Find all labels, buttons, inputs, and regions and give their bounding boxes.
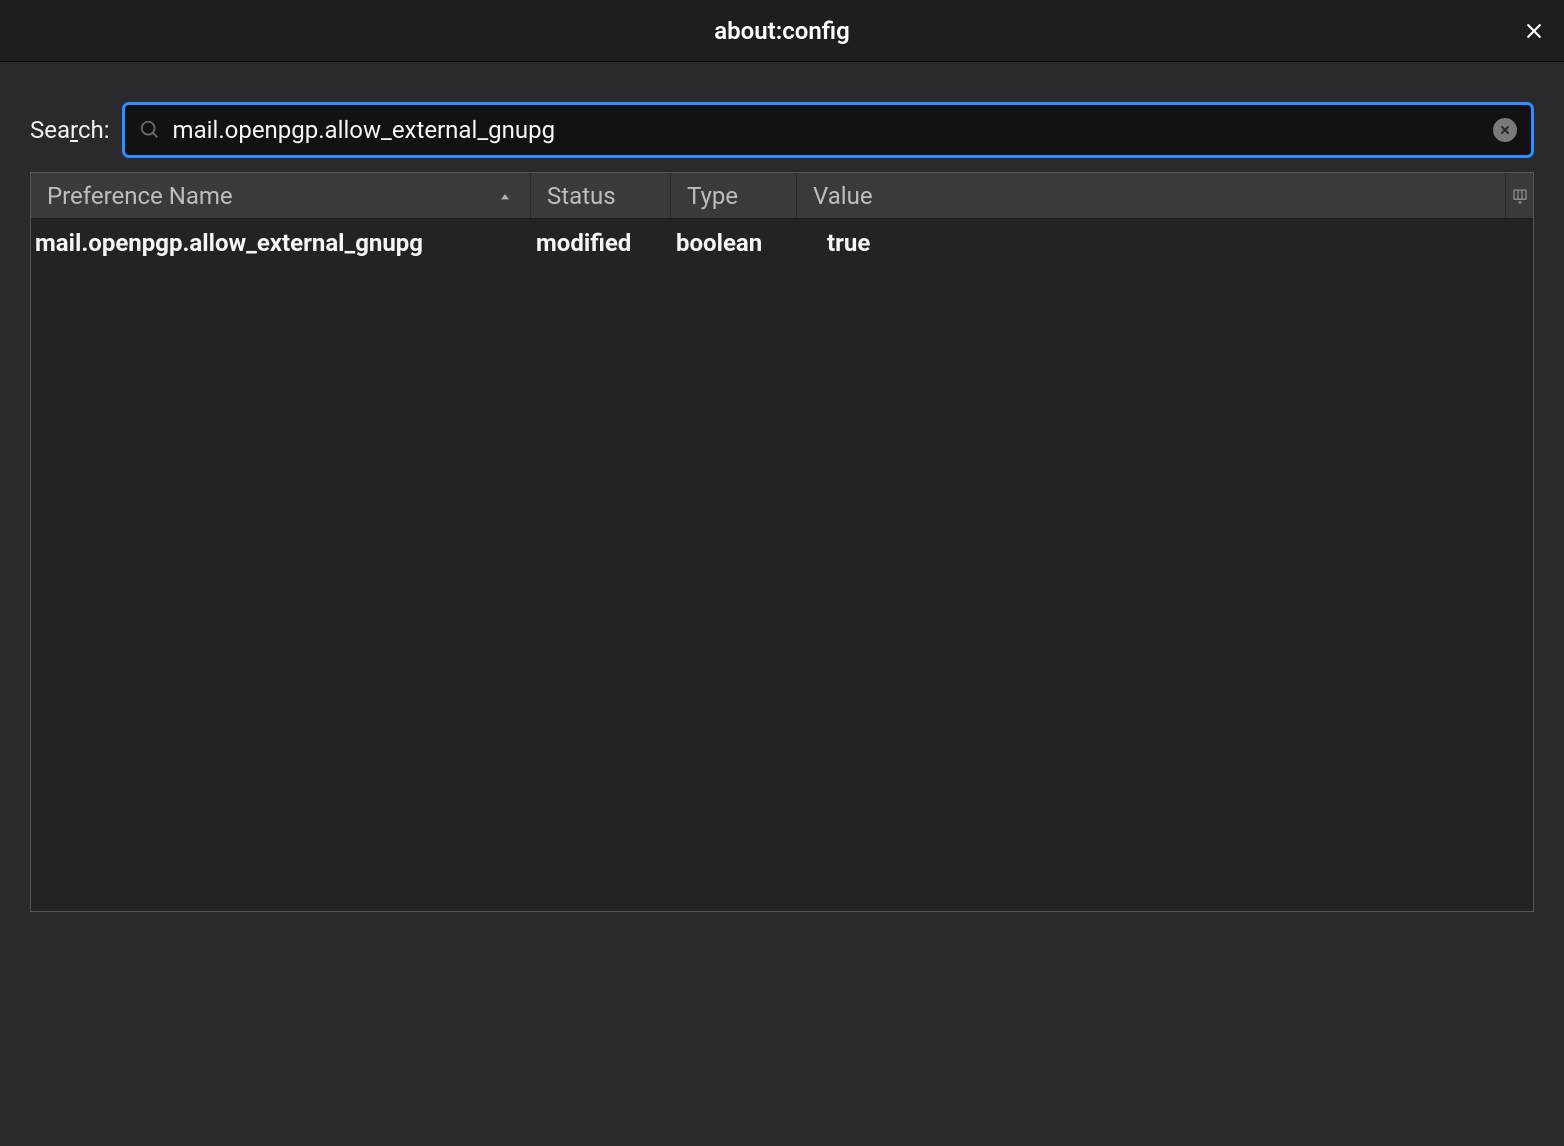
- column-picker-icon: [1512, 188, 1528, 204]
- search-icon: [139, 119, 161, 141]
- table-header: Preference Name Status Type Value: [31, 173, 1533, 219]
- titlebar: about:config: [0, 0, 1564, 62]
- cell-value: true: [797, 229, 1533, 257]
- table-body: mail.openpgp.allow_external_gnupg modifi…: [31, 219, 1533, 911]
- content-area: Search: Preference Name Status Type: [0, 62, 1564, 942]
- search-row: Search:: [30, 102, 1534, 158]
- clear-icon: [1499, 124, 1511, 136]
- window-close-button[interactable]: [1518, 15, 1550, 47]
- cell-name: mail.openpgp.allow_external_gnupg: [31, 229, 531, 257]
- search-input[interactable]: [173, 116, 1493, 144]
- search-box[interactable]: [122, 102, 1534, 158]
- window-title: about:config: [714, 17, 849, 45]
- search-label: Search:: [30, 116, 110, 144]
- cell-status: modified: [531, 229, 671, 257]
- column-header-status[interactable]: Status: [531, 173, 671, 218]
- close-icon: [1524, 21, 1544, 41]
- column-header-value[interactable]: Value: [797, 173, 1505, 218]
- search-clear-button[interactable]: [1493, 118, 1517, 142]
- column-picker-button[interactable]: [1505, 173, 1533, 218]
- preferences-table: Preference Name Status Type Value mail.o…: [30, 172, 1534, 912]
- cell-type: boolean: [671, 229, 797, 257]
- column-header-name[interactable]: Preference Name: [31, 173, 531, 218]
- sort-ascending-icon: [498, 182, 512, 210]
- column-header-type[interactable]: Type: [671, 173, 797, 218]
- table-row[interactable]: mail.openpgp.allow_external_gnupg modifi…: [31, 219, 1533, 267]
